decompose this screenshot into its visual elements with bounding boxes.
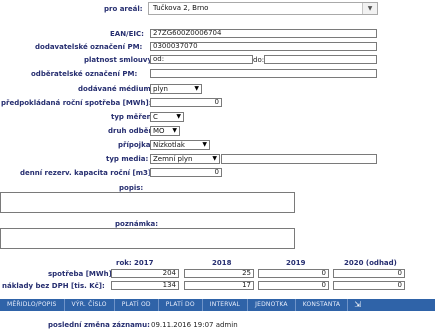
note-label: poznámka: <box>115 220 159 228</box>
year-header-2020: 2020 (odhad) <box>344 259 397 267</box>
supplier-id-field[interactable]: 0300037070 <box>150 42 377 51</box>
year-label: rok: <box>116 259 132 267</box>
valid-to-field[interactable] <box>264 55 377 64</box>
costs-2020-field[interactable]: 0 <box>333 281 405 290</box>
meter-type-select[interactable]: C ▼ <box>150 112 184 122</box>
last-change-value: 09.11.2016 19:07 admin <box>151 321 238 329</box>
year-header-2019: 2019 <box>286 259 306 267</box>
export-icon[interactable]: ⇲ <box>348 299 367 311</box>
tab-unit[interactable]: JEDNOTKA <box>248 299 296 311</box>
areal-label: pro areál: <box>104 5 143 13</box>
connection-label: přípojka: <box>118 141 154 149</box>
expected-consumption-field[interactable]: 0 <box>150 98 222 107</box>
ean-label: EAN/EIC: <box>110 30 144 38</box>
consumption-2017-field[interactable]: 204 <box>111 269 179 278</box>
note-textarea[interactable] <box>0 228 295 249</box>
consumption-label: spotřeba [MWh]: <box>48 270 115 278</box>
costs-label: náklady bez DPH [tis. Kč]: <box>2 282 105 290</box>
valid-to-prefix: do: <box>253 56 265 64</box>
chevron-down-icon: ▼ <box>194 85 199 92</box>
media-type-extra-field[interactable] <box>221 154 377 164</box>
tab-meter-description[interactable]: MĚŘIDLO/POPIS <box>0 299 65 311</box>
consumer-id-label: odběratelské označení PM: <box>31 70 138 78</box>
year-header-2018: 2018 <box>212 259 232 267</box>
validity-label: platnost smlouvy: <box>84 56 155 64</box>
capacity-field[interactable]: 0 <box>150 168 222 177</box>
tab-valid-to[interactable]: PLATÍ DO <box>159 299 203 311</box>
medium-select[interactable]: plyn ▼ <box>150 84 202 94</box>
connection-select[interactable]: Nízkotlak ▼ <box>150 140 210 150</box>
consumption-2018-field[interactable]: 25 <box>184 269 254 278</box>
medium-label: dodávané médium: <box>78 85 154 93</box>
valid-from-field[interactable]: od: <box>150 55 253 64</box>
consumption-2019-field[interactable]: 0 <box>258 269 329 278</box>
connection-value: Nízkotlak <box>153 141 185 149</box>
media-type-label: typ media: <box>106 155 149 163</box>
ean-field[interactable]: 27ZG600Z0006704 <box>150 29 377 38</box>
media-type-value: Zemní plyn <box>153 155 193 163</box>
costs-2019-field[interactable]: 0 <box>258 281 329 290</box>
meter-type-value: C <box>153 113 158 121</box>
tab-serial-number[interactable]: VÝR. ČÍSLO <box>65 299 115 311</box>
areal-select[interactable]: Tučkova 2, Brno ▼ <box>148 2 378 15</box>
chevron-down-icon[interactable]: ▼ <box>362 3 377 14</box>
chevron-down-icon: ▼ <box>172 127 177 134</box>
costs-2017-field[interactable]: 134 <box>111 281 179 290</box>
chevron-down-icon: ▼ <box>212 155 217 162</box>
media-type-select[interactable]: Zemní plyn ▼ <box>150 154 220 164</box>
areal-value: Tučkova 2, Brno <box>153 4 209 12</box>
tab-interval[interactable]: INTERVAL <box>203 299 249 311</box>
costs-2018-field[interactable]: 17 <box>184 281 254 290</box>
consumption-2020-field[interactable]: 0 <box>333 269 405 278</box>
valid-from-prefix: od: <box>153 55 165 63</box>
meter-table-header: MĚŘIDLO/POPIS VÝR. ČÍSLO PLATÍ OD PLATÍ … <box>0 299 435 311</box>
last-change-label: poslední změna záznamu: <box>48 321 150 329</box>
description-textarea[interactable] <box>0 192 295 213</box>
expected-consumption-label: předpokládaná roční spotřeba [MWh]: <box>1 99 152 107</box>
capacity-label: denní rezerv. kapacita roční [m3]: <box>20 169 154 177</box>
offtake-type-select[interactable]: MO ▼ <box>150 126 180 136</box>
tab-constant[interactable]: KONSTANTA <box>296 299 349 311</box>
supplier-id-label: dodavatelské označení PM: <box>35 43 143 51</box>
year-header-2017: 2017 <box>134 259 154 267</box>
tab-valid-from[interactable]: PLATÍ OD <box>115 299 159 311</box>
medium-value: plyn <box>153 85 168 93</box>
chevron-down-icon: ▼ <box>202 141 207 148</box>
consumer-id-field[interactable] <box>150 69 377 78</box>
description-label: popis: <box>119 184 144 192</box>
offtake-type-value: MO <box>153 127 165 135</box>
chevron-down-icon: ▼ <box>176 113 181 120</box>
